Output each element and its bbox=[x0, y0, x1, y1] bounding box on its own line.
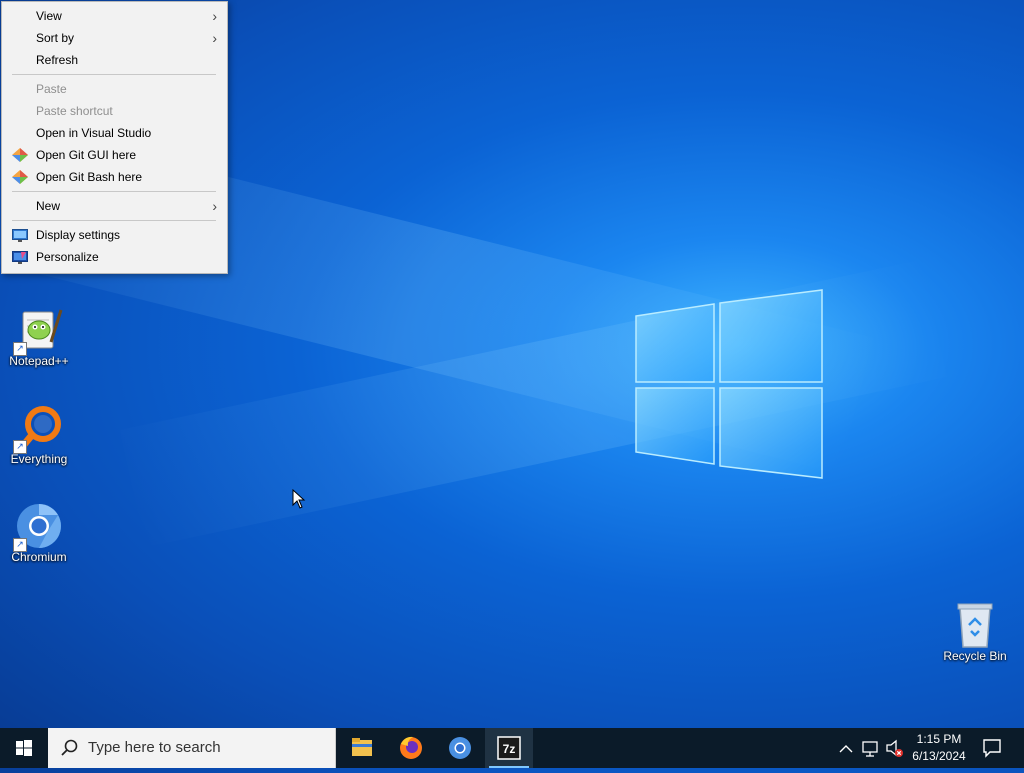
clock-time: 1:15 PM bbox=[916, 732, 962, 746]
desktop-context-menu: View › Sort by › Refresh Paste Paste sho… bbox=[1, 1, 228, 274]
clock-date: 6/13/2024 bbox=[912, 749, 966, 763]
display-settings-icon bbox=[12, 229, 28, 242]
taskbar-app-firefox[interactable] bbox=[387, 728, 435, 768]
menu-item-new[interactable]: New › bbox=[2, 195, 227, 217]
submenu-arrow-icon: › bbox=[212, 8, 217, 24]
shortcut-arrow-icon: ↗ bbox=[13, 538, 27, 552]
desktop-icon-chromium[interactable]: ↗ Chromium bbox=[1, 502, 77, 564]
menu-item-display-settings[interactable]: Display settings bbox=[2, 224, 227, 246]
personalize-icon bbox=[12, 251, 28, 264]
taskbar-search-box[interactable]: Type here to search bbox=[48, 728, 336, 768]
desktop-icon-label: Chromium bbox=[11, 550, 67, 564]
menu-item-label: Open Git GUI here bbox=[36, 148, 137, 162]
taskbar-app-file-explorer[interactable] bbox=[338, 728, 386, 768]
action-center-icon[interactable] bbox=[976, 728, 1016, 768]
git-bash-icon bbox=[12, 170, 28, 184]
menu-item-open-git-gui[interactable]: Open Git GUI here bbox=[2, 144, 227, 166]
menu-item-label: Open Git Bash here bbox=[36, 170, 143, 184]
everything-icon: ↗ bbox=[13, 404, 63, 454]
menu-item-label: Open in Visual Studio bbox=[36, 126, 152, 140]
menu-item-personalize[interactable]: Personalize bbox=[2, 246, 227, 268]
taskbar-app-7zip[interactable]: 7z bbox=[485, 728, 533, 768]
menu-item-paste: Paste bbox=[2, 78, 227, 100]
chromium-icon: ↗ bbox=[13, 502, 63, 552]
desktop-icon-label: Notepad++ bbox=[9, 354, 69, 368]
desktop-icon-recycle-bin[interactable]: Recycle Bin bbox=[937, 601, 1013, 663]
menu-separator bbox=[12, 220, 216, 221]
menu-item-refresh[interactable]: Refresh bbox=[2, 49, 227, 71]
notepadpp-icon: ↗ bbox=[13, 306, 63, 356]
taskbar-app-chromium[interactable] bbox=[436, 728, 484, 768]
search-icon bbox=[61, 739, 78, 756]
svg-text:7z: 7z bbox=[503, 742, 516, 756]
recycle-bin-icon bbox=[951, 601, 999, 649]
chromium-icon bbox=[449, 737, 471, 759]
start-button[interactable] bbox=[0, 728, 48, 768]
search-placeholder: Type here to search bbox=[88, 739, 221, 756]
desktop-icon-everything[interactable]: ↗ Everything bbox=[1, 404, 77, 466]
menu-item-label: Personalize bbox=[36, 250, 99, 264]
menu-item-open-git-bash[interactable]: Open Git Bash here bbox=[2, 166, 227, 188]
menu-item-label: New bbox=[36, 199, 61, 213]
network-icon[interactable] bbox=[860, 728, 882, 768]
menu-separator bbox=[12, 191, 216, 192]
desktop-icon-notepadpp[interactable]: ↗ Notepad++ bbox=[1, 306, 77, 368]
menu-item-sort-by[interactable]: Sort by › bbox=[2, 27, 227, 49]
desktop-icon-label: Recycle Bin bbox=[943, 649, 1007, 663]
shortcut-arrow-icon: ↗ bbox=[13, 342, 27, 356]
submenu-arrow-icon: › bbox=[212, 198, 217, 214]
file-explorer-icon bbox=[352, 738, 372, 756]
desktop-icon-label: Everything bbox=[10, 452, 68, 466]
7zip-icon: 7z bbox=[497, 736, 521, 760]
taskbar: Type here to search 7z 1:15 PM 6/13/2024 bbox=[0, 728, 1024, 768]
mouse-cursor-icon bbox=[292, 489, 306, 509]
submenu-arrow-icon: › bbox=[212, 30, 217, 46]
menu-separator bbox=[12, 74, 216, 75]
menu-item-paste-shortcut: Paste shortcut bbox=[2, 100, 227, 122]
taskbar-clock[interactable]: 1:15 PM 6/13/2024 bbox=[904, 731, 974, 765]
menu-item-label: View bbox=[36, 9, 62, 23]
show-hidden-icons-chevron-icon[interactable] bbox=[836, 728, 856, 768]
menu-item-label: Refresh bbox=[36, 53, 79, 67]
firefox-icon bbox=[400, 736, 422, 759]
menu-item-label: Paste shortcut bbox=[36, 104, 113, 118]
menu-item-label: Sort by bbox=[36, 31, 75, 45]
menu-item-open-in-visual-studio[interactable]: Open in Visual Studio bbox=[2, 122, 227, 144]
menu-item-label: Paste bbox=[36, 82, 67, 96]
shortcut-arrow-icon: ↗ bbox=[13, 440, 27, 454]
git-gui-icon bbox=[12, 148, 28, 162]
menu-item-view[interactable]: View › bbox=[2, 5, 227, 27]
windows-wallpaper-logo bbox=[635, 289, 823, 479]
windows-start-icon bbox=[16, 740, 32, 756]
menu-item-label: Display settings bbox=[36, 228, 121, 242]
volume-muted-icon[interactable] bbox=[884, 728, 906, 768]
